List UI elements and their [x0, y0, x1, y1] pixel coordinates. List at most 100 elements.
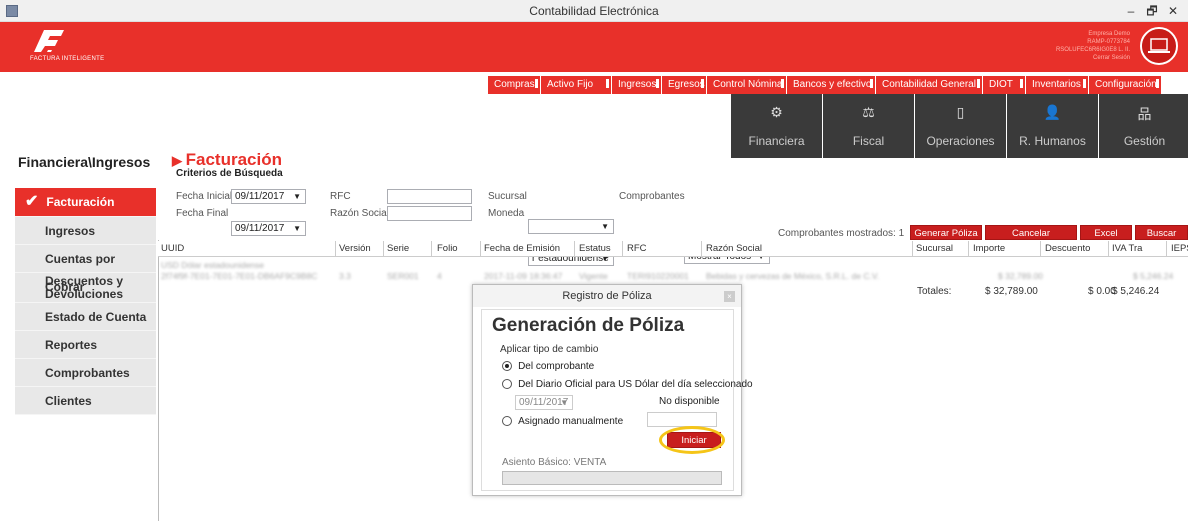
- col-fecha-emision[interactable]: Fecha de Emisión: [484, 243, 560, 254]
- total-importe: $ 32,789.00: [985, 286, 1038, 297]
- radio-del-comprobante[interactable]: Del comprobante: [502, 360, 594, 372]
- sidebar-item-comprobantes[interactable]: Comprobantes: [15, 359, 156, 387]
- radio-label: Del Diario Oficial para US Dólar del día…: [518, 379, 753, 390]
- org-chart-icon: 品: [1137, 106, 1152, 122]
- title-bar: Contabilidad Electrónica – 🗗 ✕: [0, 0, 1188, 22]
- menu-ingresos[interactable]: Ingresos: [612, 76, 661, 94]
- col-folio[interactable]: Folio: [437, 243, 458, 254]
- col-separator: [574, 241, 575, 257]
- radio-label: Asignado manualmente: [518, 416, 624, 427]
- sidebar-item-cuentas-por-cobrar[interactable]: Cuentas por Cobrar: [15, 245, 156, 294]
- module-financiera[interactable]: ⚙ Financiera: [731, 94, 822, 158]
- sidebar-item-clientes[interactable]: Clientes: [15, 387, 156, 415]
- maximize-button[interactable]: 🗗: [1141, 2, 1163, 20]
- module-label: Fiscal: [852, 134, 885, 148]
- logout-link[interactable]: Cerrar Sesión: [980, 54, 1130, 62]
- table-row[interactable]: 2f74f9f-7E01-7E01-7E01-DB6AF9C9B8C 3.3 S…: [158, 271, 1188, 283]
- module-gestion[interactable]: 品 Gestión: [1099, 94, 1188, 158]
- razon-social-label: Razón Social: [330, 208, 389, 219]
- col-separator: [1108, 241, 1109, 257]
- col-razon-social[interactable]: Razón Social: [706, 243, 762, 254]
- col-separator: [335, 241, 336, 257]
- col-importe[interactable]: Importe: [973, 243, 1005, 254]
- col-iva-tra[interactable]: IVA Tra: [1112, 243, 1142, 254]
- cancelar-comprobante-button[interactable]: Cancelar comprobante: [985, 225, 1077, 254]
- module-fiscal[interactable]: ⚖ Fiscal: [823, 94, 914, 158]
- cell-razon-social: Bebidas y cervezas de México, S.R.L. de …: [706, 271, 880, 281]
- radio-diario-oficial[interactable]: Del Diario Oficial para US Dólar del día…: [502, 378, 753, 390]
- user-avatar-icon[interactable]: [1140, 27, 1178, 65]
- close-button[interactable]: ✕: [1162, 2, 1184, 20]
- records-count: Comprobantes mostrados: 1: [778, 228, 905, 239]
- sucursal-select[interactable]: ▼: [528, 219, 614, 234]
- rfc-input[interactable]: [387, 189, 472, 204]
- sidebar-item-estado-cuenta[interactable]: Estado de Cuenta: [15, 303, 156, 331]
- fecha-inicial-value: 09/11/2017: [235, 191, 285, 202]
- menu-control-nomina[interactable]: Control Nómina: [707, 76, 786, 94]
- dialog-close-icon[interactable]: ×: [724, 291, 735, 302]
- flag-icon: [977, 79, 980, 88]
- menu-label: Configuración: [1095, 79, 1157, 90]
- buscar-button[interactable]: Buscar: [1135, 225, 1188, 240]
- col-separator: [1166, 241, 1167, 257]
- sidebar-item-ingresos[interactable]: Ingresos: [15, 217, 156, 245]
- col-uuid[interactable]: UUID: [161, 243, 184, 254]
- sidebar-item-descuentos[interactable]: Descuentos y Devoluciones: [15, 273, 156, 303]
- menu-configuracion[interactable]: Configuración: [1089, 76, 1161, 94]
- sidebar-item-label: Facturación: [46, 195, 115, 209]
- razon-social-input[interactable]: [387, 206, 472, 221]
- col-separator: [701, 241, 702, 257]
- tipo-cambio-label: Aplicar tipo de cambio: [500, 344, 599, 355]
- fecha-tipo-cambio-picker[interactable]: 09/11/2017 ▼: [515, 395, 573, 410]
- radio-asignado-manualmente[interactable]: Asignado manualmente: [502, 415, 623, 427]
- module-operaciones[interactable]: ▯ Operaciones: [915, 94, 1006, 158]
- sidebar-item-facturacion[interactable]: ✔ Facturación: [15, 188, 156, 217]
- fecha-final-value: 09/11/2017: [235, 223, 285, 234]
- cell-uuid: 2f74f9f-7E01-7E01-7E01-DB6AF9C9B8C: [161, 271, 318, 281]
- menu-label: Ingresos: [618, 79, 657, 90]
- col-version[interactable]: Versión: [339, 243, 371, 254]
- col-rfc[interactable]: RFC: [627, 243, 647, 254]
- logo-icon: [34, 30, 64, 52]
- grid-header: UUID Versión Serie Folio Fecha de Emisió…: [158, 241, 1188, 257]
- menu-activo-fijo[interactable]: Activo Fijo: [541, 76, 611, 94]
- sidebar-item-reportes[interactable]: Reportes: [15, 331, 156, 359]
- chevron-down-icon: ▼: [560, 398, 568, 407]
- tipo-cambio-manual-input[interactable]: [647, 412, 717, 427]
- radio-label: Del comprobante: [518, 361, 595, 372]
- menu-diot[interactable]: DIOT: [983, 76, 1025, 94]
- menu-inventarios[interactable]: Inventarios: [1026, 76, 1088, 94]
- user-company: Empresa Demo: [1088, 31, 1130, 37]
- col-separator: [622, 241, 623, 257]
- comprobantes-label: Comprobantes: [619, 191, 685, 202]
- chevron-down-icon: ▼: [601, 222, 609, 231]
- col-separator: [1040, 241, 1041, 257]
- fecha-final-picker[interactable]: 09/11/2017 ▼: [231, 221, 306, 236]
- module-bar: ⚙ Financiera ⚖ Fiscal ▯ Operaciones 👤 R. Hum…: [731, 94, 1188, 158]
- col-ieps[interactable]: IEPS: [1171, 243, 1188, 254]
- col-serie[interactable]: Serie: [387, 243, 409, 254]
- dialog-heading: Generación de Póliza: [492, 315, 685, 336]
- generar-poliza-button[interactable]: Generar Póliza: [910, 225, 982, 240]
- module-rhumanos[interactable]: 👤 R. Humanos: [1007, 94, 1098, 158]
- cell-serie: SER001: [387, 271, 419, 281]
- flag-icon: [870, 79, 873, 88]
- menu-contabilidad-general[interactable]: Contabilidad General: [876, 76, 982, 94]
- menu-bancos[interactable]: Bancos y efectivo: [787, 76, 875, 94]
- excel-button[interactable]: Excel: [1080, 225, 1132, 240]
- module-label: Operaciones: [926, 134, 995, 148]
- col-sucursal[interactable]: Sucursal: [916, 243, 953, 254]
- fecha-inicial-label: Fecha Inicial: [176, 191, 233, 202]
- registro-poliza-dialog: Registro de Póliza × Generación de Póliz…: [472, 284, 753, 496]
- cell-importe: $ 32,789.00: [998, 271, 1043, 281]
- minimize-button[interactable]: –: [1120, 2, 1142, 20]
- col-estatus[interactable]: Estatus: [579, 243, 611, 254]
- user-info: Empresa Demo RAMP-0773784 RSOLUFEC6R6IG0…: [980, 30, 1130, 62]
- fecha-inicial-picker[interactable]: 09/11/2017 ▼: [231, 189, 306, 204]
- chevron-down-icon: ▼: [293, 224, 301, 233]
- col-descuento[interactable]: Descuento: [1045, 243, 1090, 254]
- flag-icon: [1020, 79, 1023, 88]
- totals-label: Totales:: [917, 286, 952, 297]
- menu-compras[interactable]: Compras: [488, 76, 540, 94]
- menu-egresos[interactable]: Egresos: [662, 76, 706, 94]
